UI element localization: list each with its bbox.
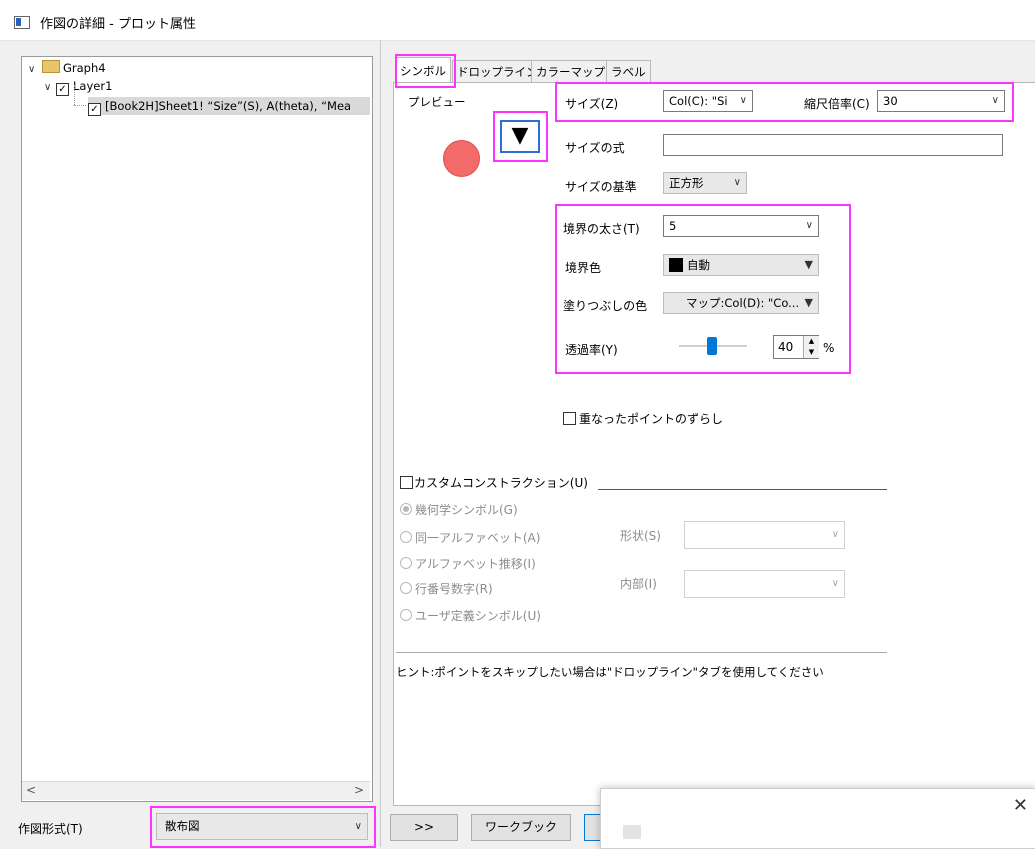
transparency-unit: % xyxy=(823,341,835,355)
tree-connector xyxy=(74,85,76,105)
shape-label: 形状(S) xyxy=(620,529,661,543)
scale-label: 縮尺倍率(C) xyxy=(804,97,870,111)
tab-symbol[interactable]: シンボル xyxy=(395,57,451,84)
size-combo[interactable]: Col(C): "Si ∨ xyxy=(663,90,753,112)
edge-thickness-label: 境界の太さ(T) xyxy=(563,222,640,236)
folder-icon xyxy=(42,60,60,73)
plot-tree[interactable]: ∨ Graph4 ∨ ✓ Layer1 ✓ [Book2H]Sheet1! “Size”… xyxy=(21,56,373,802)
window-icon xyxy=(14,16,30,29)
symbol-gallery-button[interactable]: ▼ xyxy=(500,120,540,153)
fill-color-label: 塗りつぶしの色 xyxy=(563,299,648,313)
size-basis-label: サイズの基準 xyxy=(565,180,637,194)
radio-icon xyxy=(400,582,412,594)
tree-layer-label: Layer1 xyxy=(73,79,113,93)
transparency-label: 透過率(Y) xyxy=(565,343,618,357)
custom-construction-label: カスタムコンストラクション(U) xyxy=(414,476,588,490)
edge-color-combo[interactable]: 自動 ▼ xyxy=(663,254,819,276)
radio-icon xyxy=(400,609,412,621)
popup-window[interactable]: ✕ xyxy=(600,788,1035,849)
edge-thickness-combo[interactable]: 5 ∨ xyxy=(663,215,819,237)
group-separator xyxy=(598,489,887,490)
symbol-preview xyxy=(443,140,480,177)
tree-graph-label: Graph4 xyxy=(63,61,106,75)
hint-separator xyxy=(396,652,887,653)
chevron-down-icon: ∨ xyxy=(739,95,747,106)
expand-button[interactable]: >> xyxy=(390,814,458,841)
plot-checkbox[interactable]: ✓ xyxy=(88,103,101,116)
plot-type-value: 散布図 xyxy=(165,819,200,833)
tree-horizontal-scrollbar[interactable]: < > xyxy=(22,781,370,800)
spin-up-icon[interactable]: ▲ xyxy=(804,336,819,347)
chevron-down-icon: ∨ xyxy=(733,177,741,188)
edge-thickness-value: 5 xyxy=(669,219,677,233)
preview-label: プレビュー xyxy=(408,95,466,109)
fill-color-combo[interactable]: マップ:Col(D): "Co... ▼ xyxy=(663,292,819,314)
option-row-number[interactable]: 行番号数字(R) xyxy=(400,580,493,597)
transparency-value: 40 xyxy=(778,340,794,354)
size-basis-combo[interactable]: 正方形 ∨ xyxy=(663,172,747,194)
option-geometric-symbol[interactable]: 幾何学シンボル(G) xyxy=(400,501,518,518)
fill-color-value: マップ:Col(D): "Co... xyxy=(686,296,800,310)
plot-type-combo[interactable]: 散布図 ∨ xyxy=(156,813,368,840)
tree-item-layer[interactable]: ∨ ✓ Layer1 xyxy=(44,77,113,97)
option-incremental-letter[interactable]: アルファベット推移(I) xyxy=(400,555,536,572)
tree-item-plot[interactable]: ✓ [Book2H]Sheet1! “Size”(S), A(theta), “M… xyxy=(88,97,370,116)
interior-combo[interactable]: ∨ xyxy=(684,570,845,598)
shape-combo[interactable]: ∨ xyxy=(684,521,845,549)
offset-overlap-checkbox[interactable] xyxy=(563,412,576,425)
scale-combo[interactable]: 30 ∨ xyxy=(877,90,1005,112)
tab-colormap[interactable]: カラーマップ xyxy=(531,60,610,83)
scroll-left-icon[interactable]: < xyxy=(26,783,36,797)
tree-plot-label: [Book2H]Sheet1! “Size”(S), A(theta), “Me… xyxy=(105,99,352,113)
chevron-down-icon: ∨ xyxy=(831,529,839,540)
size-basis-value: 正方形 xyxy=(669,176,704,190)
size-value: Col(C): "Si xyxy=(669,94,728,108)
chevron-down-icon: ∨ xyxy=(991,95,999,106)
chevron-down-icon: ∨ xyxy=(805,220,813,231)
chevron-down-icon[interactable]: ∨ xyxy=(44,79,56,97)
close-icon[interactable]: ✕ xyxy=(1013,795,1028,816)
interior-label: 内部(I) xyxy=(620,577,657,591)
tab-dropline[interactable]: ドロップライン xyxy=(452,60,543,83)
chevron-down-icon: ∨ xyxy=(354,821,362,832)
spin-down-icon[interactable]: ▼ xyxy=(804,347,819,358)
plot-type-label: 作図形式(T) xyxy=(18,822,83,836)
size-formula-label: サイズの式 xyxy=(565,141,625,155)
edge-color-label: 境界色 xyxy=(565,261,602,275)
triangle-down-icon: ▼ xyxy=(511,123,529,148)
chevron-down-icon: ∨ xyxy=(831,578,839,589)
size-formula-input[interactable] xyxy=(663,134,1003,156)
option-same-letter[interactable]: 同一アルファベット(A) xyxy=(400,529,540,546)
hint-text: ヒント:ポイントをスキップしたい場合は"ドロップライン"タブを使用してください xyxy=(396,665,824,679)
tree-connector xyxy=(74,105,86,107)
triangle-down-icon: ▼ xyxy=(804,258,813,271)
scale-value: 30 xyxy=(883,94,898,108)
tab-label[interactable]: ラベル xyxy=(606,60,651,83)
pane-divider[interactable] xyxy=(380,40,381,847)
window-title: 作図の詳細 - プロット属性 xyxy=(40,17,196,32)
workbook-button[interactable]: ワークブック xyxy=(471,814,571,841)
layer-checkbox[interactable]: ✓ xyxy=(56,83,69,96)
custom-construction-checkbox[interactable] xyxy=(400,476,413,489)
option-user-defined-symbol[interactable]: ユーザ定義シンボル(U) xyxy=(400,607,541,624)
edge-color-value: 自動 xyxy=(687,258,710,272)
popup-icon xyxy=(623,825,641,839)
chevron-down-icon[interactable]: ∨ xyxy=(28,61,40,79)
scroll-right-icon[interactable]: > xyxy=(354,783,364,797)
radio-icon xyxy=(400,503,412,515)
radio-icon xyxy=(400,531,412,543)
size-label: サイズ(Z) xyxy=(565,97,619,111)
triangle-down-icon: ▼ xyxy=(802,293,813,313)
tree-item-graph[interactable]: ∨ Graph4 xyxy=(28,59,106,77)
color-swatch xyxy=(669,258,683,272)
transparency-slider-thumb[interactable] xyxy=(707,337,718,355)
transparency-spinner[interactable]: ▲ ▼ xyxy=(803,336,819,358)
offset-overlap-label: 重なったポイントのずらし xyxy=(579,412,724,426)
radio-icon xyxy=(400,557,412,569)
